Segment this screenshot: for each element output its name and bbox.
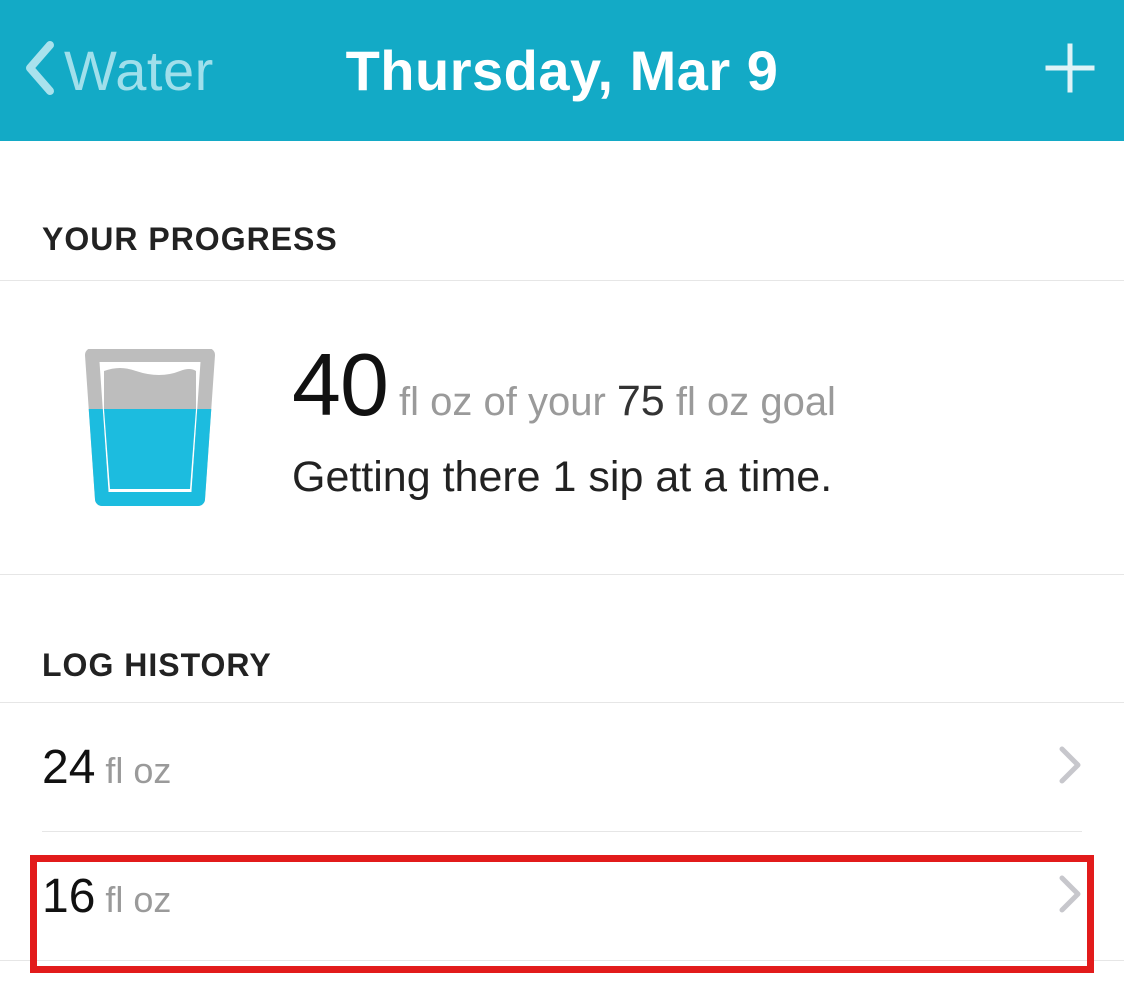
log-amount-value: 24 bbox=[42, 741, 95, 794]
progress-tagline: Getting there 1 sip at a time. bbox=[292, 453, 1084, 502]
log-entry-amount: 16 fl oz bbox=[42, 869, 171, 924]
progress-summary: 40 fl oz of your 75 fl oz goal bbox=[292, 341, 1084, 429]
log-amount-unit: fl oz bbox=[95, 879, 171, 920]
log-amount-unit: fl oz bbox=[95, 750, 171, 791]
divider bbox=[0, 960, 1124, 961]
of-text: of your bbox=[472, 380, 617, 424]
log-amount-value: 16 bbox=[42, 870, 95, 923]
plus-icon bbox=[1044, 81, 1096, 98]
goal-amount: 75 bbox=[617, 377, 665, 425]
back-button[interactable]: Water bbox=[20, 38, 214, 103]
section-title-log: LOG HISTORY bbox=[0, 575, 1124, 703]
back-label: Water bbox=[64, 38, 214, 103]
chevron-right-icon bbox=[1058, 874, 1082, 919]
log-history-list: 24 fl oz 16 fl oz bbox=[0, 703, 1124, 961]
progress-text: 40 fl oz of your 75 fl oz goal Getting t… bbox=[292, 341, 1084, 502]
header-bar: Water Thursday, Mar 9 bbox=[0, 0, 1124, 141]
progress-card: 40 fl oz of your 75 fl oz goal Getting t… bbox=[0, 281, 1124, 575]
section-title-progress: YOUR PROGRESS bbox=[0, 141, 1124, 281]
water-glass-icon bbox=[80, 349, 230, 514]
log-entry-amount: 24 fl oz bbox=[42, 740, 171, 795]
current-unit: fl oz bbox=[388, 380, 472, 424]
log-entry[interactable]: 16 fl oz bbox=[0, 832, 1124, 960]
chevron-right-icon bbox=[1058, 745, 1082, 790]
log-entry[interactable]: 24 fl oz bbox=[0, 703, 1124, 831]
goal-suffix: fl oz goal bbox=[665, 380, 836, 424]
chevron-left-icon bbox=[20, 39, 56, 102]
add-button[interactable] bbox=[1044, 42, 1096, 99]
current-amount: 40 bbox=[292, 335, 388, 434]
